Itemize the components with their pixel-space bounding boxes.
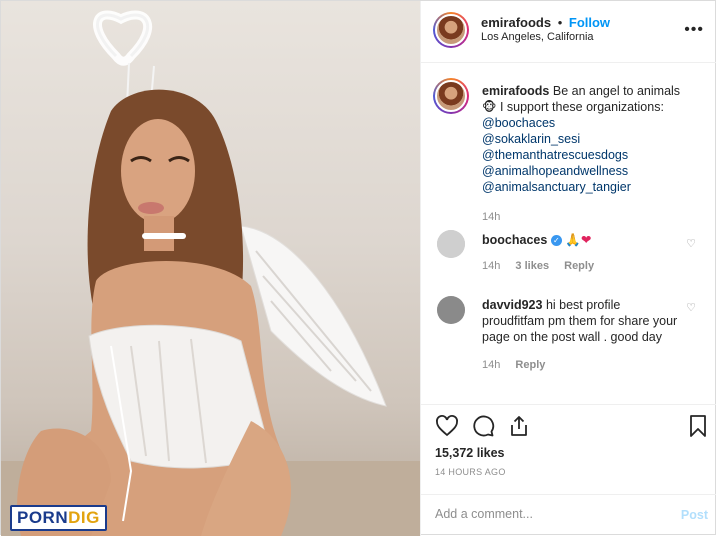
caption: emirafoods Be an angel to animals 🐵 I su… bbox=[482, 83, 707, 225]
reply-button[interactable]: Reply bbox=[564, 260, 594, 272]
reply-button[interactable]: Reply bbox=[515, 359, 545, 371]
caption-avatar[interactable] bbox=[433, 78, 469, 114]
caption-first-line: emirafoods Be an angel to animals bbox=[482, 83, 707, 99]
header-line: emirafoods • Follow bbox=[481, 15, 610, 30]
location-link[interactable]: Los Angeles, California bbox=[481, 31, 594, 43]
comment-likes[interactable]: 3 likes bbox=[515, 260, 549, 272]
like-heart-icon[interactable] bbox=[435, 414, 459, 438]
follow-button[interactable]: Follow bbox=[569, 15, 610, 30]
caption-username[interactable]: emirafoods bbox=[482, 84, 549, 98]
comment-username[interactable]: davvid923 bbox=[482, 298, 542, 312]
verified-badge-icon: ✓ bbox=[550, 235, 562, 247]
comments-list[interactable]: emirafoods Be an angel to animals 🐵 I su… bbox=[421, 64, 716, 404]
comment-text: 🙏❤ bbox=[565, 232, 592, 247]
comment-username[interactable]: boochaces bbox=[482, 233, 547, 247]
comment-avatar[interactable] bbox=[437, 296, 465, 324]
header-username[interactable]: emirafoods bbox=[481, 15, 551, 30]
mention-link[interactable]: @themanthatrescuesdogs bbox=[482, 147, 707, 163]
caption-text-line1: Be an angel to animals bbox=[552, 84, 681, 98]
comment-like-heart-icon[interactable]: ♡ bbox=[686, 237, 696, 250]
instagram-post: PORNDIG emirafoods • Follow Los Angeles,… bbox=[0, 0, 716, 536]
post-photo[interactable]: PORNDIG bbox=[1, 1, 420, 536]
comment-meta: 14h Reply bbox=[482, 359, 682, 371]
post-side-panel: emirafoods • Follow Los Angeles, Califor… bbox=[420, 1, 716, 536]
comment-time[interactable]: 14h bbox=[482, 359, 500, 371]
comment-bubble-icon[interactable] bbox=[471, 414, 495, 438]
post-actions: 15,372 likes 14 HOURS AGO Post bbox=[421, 404, 716, 536]
comment-avatar[interactable] bbox=[437, 230, 465, 258]
caption-meta: 14h bbox=[482, 209, 707, 225]
mention-link[interactable]: @animalsanctuary_tangier bbox=[482, 179, 707, 195]
mention-link[interactable]: @sokaklarin_sesi bbox=[482, 131, 707, 147]
monkey-emoji-icon: 🐵 bbox=[482, 99, 497, 114]
author-avatar[interactable] bbox=[433, 12, 469, 48]
comment-like-heart-icon[interactable]: ♡ bbox=[686, 301, 696, 314]
comment-time[interactable]: 14h bbox=[482, 260, 500, 272]
comment-item: davvid923 hi best profile proudfitfam pm… bbox=[482, 297, 682, 371]
watermark-part2: DIG bbox=[68, 508, 100, 527]
watermark-part1: PORN bbox=[17, 508, 69, 527]
caption-second-line: 🐵 I support these organizations: bbox=[482, 99, 707, 115]
comment-meta: 14h 3 likes Reply bbox=[482, 260, 682, 272]
bookmark-icon[interactable] bbox=[686, 414, 710, 438]
post-header: emirafoods • Follow Los Angeles, Califor… bbox=[421, 1, 716, 63]
likes-count[interactable]: 15,372 likes bbox=[435, 446, 505, 460]
comment-body: boochaces ✓ 🙏❤ bbox=[482, 232, 682, 248]
comment-body: davvid923 hi best profile proudfitfam pm… bbox=[482, 297, 682, 345]
watermark-logo: PORNDIG bbox=[10, 505, 107, 531]
post-comment-button[interactable]: Post bbox=[681, 508, 708, 522]
separator-dot: • bbox=[557, 15, 563, 30]
post-timestamp[interactable]: 14 HOURS AGO bbox=[435, 467, 506, 477]
photo-illustration bbox=[1, 10, 420, 536]
add-comment-bar: Post bbox=[421, 494, 716, 537]
add-comment-input[interactable] bbox=[435, 507, 655, 521]
mention-link[interactable]: @boochaces bbox=[482, 115, 707, 131]
caption-time[interactable]: 14h bbox=[482, 211, 500, 223]
share-icon[interactable] bbox=[507, 414, 531, 438]
caption-text-line2: I support these organizations: bbox=[499, 100, 664, 114]
comment-item: boochaces ✓ 🙏❤ 14h 3 likes Reply bbox=[482, 232, 682, 272]
more-options-icon[interactable]: ••• bbox=[684, 21, 704, 39]
mention-link[interactable]: @animalhopeandwellness bbox=[482, 163, 707, 179]
